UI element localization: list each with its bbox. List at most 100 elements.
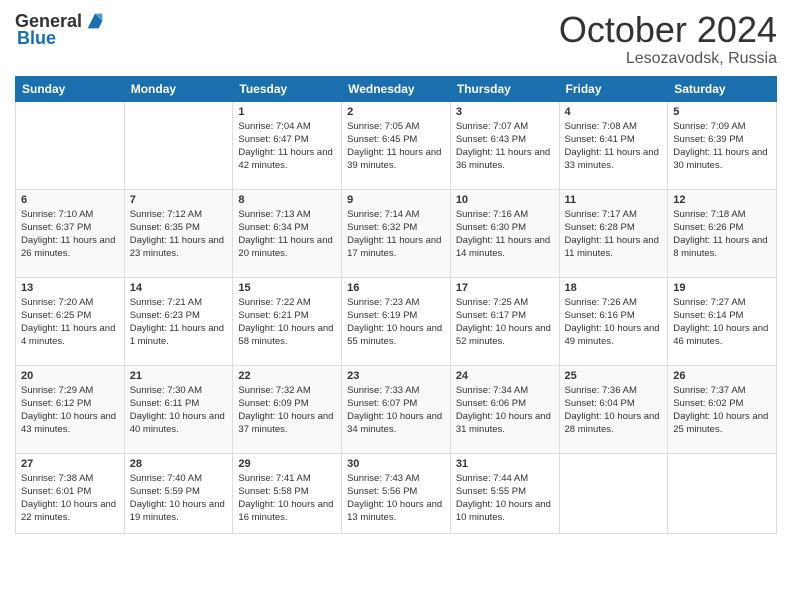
calendar-cell: 10Sunrise: 7:16 AM Sunset: 6:30 PM Dayli… [450,189,559,277]
day-info: Sunrise: 7:41 AM Sunset: 5:58 PM Dayligh… [238,472,336,525]
day-info: Sunrise: 7:20 AM Sunset: 6:25 PM Dayligh… [21,296,119,349]
calendar-header-row: SundayMondayTuesdayWednesdayThursdayFrid… [16,76,777,101]
day-number: 29 [238,458,336,470]
location: Lesozavodsk, Russia [559,50,777,68]
calendar-cell: 3 Sunrise: 7:07 AM Sunset: 6:43 PM Daylig… [450,101,559,189]
day-number: 27 [21,458,119,470]
calendar-cell: 25 Sunrise: 7:36 AM Sunset: 6:04 PM Dayli… [559,365,668,453]
day-number: 25 [565,370,663,382]
day-number: 15 [238,282,336,294]
calendar-cell: 1 Sunrise: 7:04 AM Sunset: 6:47 PM Daylig… [233,101,342,189]
day-number: 13 [21,282,119,294]
calendar-cell: 5 Sunrise: 7:09 AM Sunset: 6:39 PM Daylig… [668,101,777,189]
day-number: 30 [347,458,445,470]
day-info: Sunrise: 7:09 AM Sunset: 6:39 PM Dayligh… [673,120,771,173]
calendar-cell: 28 Sunrise: 7:40 AM Sunset: 5:59 PM Dayli… [124,453,233,533]
calendar-cell: 19 Sunrise: 7:27 AM Sunset: 6:14 PM Dayli… [668,277,777,365]
day-of-week-header: Sunday [16,76,125,101]
logo-icon [84,10,106,32]
calendar-cell: 2 Sunrise: 7:05 AM Sunset: 6:45 PM Daylig… [342,101,451,189]
page-container: General Blue October 2024 Lesozavodsk, R… [0,0,792,612]
calendar-cell [668,453,777,533]
day-of-week-header: Tuesday [233,76,342,101]
calendar-cell: 24Sunrise: 7:34 AM Sunset: 6:06 PM Dayli… [450,365,559,453]
calendar-cell: 21 Sunrise: 7:30 AM Sunset: 6:11 PM Dayli… [124,365,233,453]
day-number: 6 [21,194,119,206]
day-number: 21 [130,370,228,382]
day-info: Sunrise: 7:04 AM Sunset: 6:47 PM Dayligh… [238,120,336,173]
day-info: Sunrise: 7:25 AM Sunset: 6:17 PM Dayligh… [456,296,554,349]
calendar-cell: 6 Sunrise: 7:10 AM Sunset: 6:37 PM Daylig… [16,189,125,277]
day-info: Sunrise: 7:36 AM Sunset: 6:04 PM Dayligh… [565,384,663,437]
day-info: Sunrise: 7:26 AM Sunset: 6:16 PM Dayligh… [565,296,663,349]
calendar-cell [16,101,125,189]
day-number: 19 [673,282,771,294]
day-number: 26 [673,370,771,382]
day-number: 2 [347,106,445,118]
day-info: Sunrise: 7:07 AM Sunset: 6:43 PM Dayligh… [456,120,554,173]
day-of-week-header: Saturday [668,76,777,101]
day-number: 23 [347,370,445,382]
calendar-cell: 26Sunrise: 7:37 AM Sunset: 6:02 PM Dayli… [668,365,777,453]
day-of-week-header: Monday [124,76,233,101]
day-number: 28 [130,458,228,470]
day-number: 9 [347,194,445,206]
day-info: Sunrise: 7:43 AM Sunset: 5:56 PM Dayligh… [347,472,445,525]
day-number: 17 [456,282,554,294]
day-info: Sunrise: 7:05 AM Sunset: 6:45 PM Dayligh… [347,120,445,173]
day-info: Sunrise: 7:12 AM Sunset: 6:35 PM Dayligh… [130,208,228,261]
calendar-cell: 31 Sunrise: 7:44 AM Sunset: 5:55 PM Dayli… [450,453,559,533]
calendar-cell: 22 Sunrise: 7:32 AM Sunset: 6:09 PM Dayli… [233,365,342,453]
day-info: Sunrise: 7:10 AM Sunset: 6:37 PM Dayligh… [21,208,119,261]
calendar-cell: 14 Sunrise: 7:21 AM Sunset: 6:23 PM Dayli… [124,277,233,365]
day-info: Sunrise: 7:18 AM Sunset: 6:26 PM Dayligh… [673,208,771,261]
day-info: Sunrise: 7:08 AM Sunset: 6:41 PM Dayligh… [565,120,663,173]
day-number: 14 [130,282,228,294]
calendar-cell: 15 Sunrise: 7:22 AM Sunset: 6:21 PM Dayli… [233,277,342,365]
day-info: Sunrise: 7:23 AM Sunset: 6:19 PM Dayligh… [347,296,445,349]
day-info: Sunrise: 7:38 AM Sunset: 6:01 PM Dayligh… [21,472,119,525]
day-info: Sunrise: 7:29 AM Sunset: 6:12 PM Dayligh… [21,384,119,437]
title-block: October 2024 Lesozavodsk, Russia [559,10,777,68]
calendar-cell: 9Sunrise: 7:14 AM Sunset: 6:32 PM Daylig… [342,189,451,277]
day-number: 5 [673,106,771,118]
calendar-cell: 13 Sunrise: 7:20 AM Sunset: 6:25 PM Dayli… [16,277,125,365]
day-of-week-header: Wednesday [342,76,451,101]
day-info: Sunrise: 7:32 AM Sunset: 6:09 PM Dayligh… [238,384,336,437]
day-number: 12 [673,194,771,206]
day-number: 16 [347,282,445,294]
calendar-table: SundayMondayTuesdayWednesdayThursdayFrid… [15,76,777,534]
calendar-cell: 4 Sunrise: 7:08 AM Sunset: 6:41 PM Daylig… [559,101,668,189]
day-number: 7 [130,194,228,206]
day-of-week-header: Thursday [450,76,559,101]
day-number: 24 [456,370,554,382]
calendar-cell: 8Sunrise: 7:13 AM Sunset: 6:34 PM Daylig… [233,189,342,277]
calendar-cell: 23 Sunrise: 7:33 AM Sunset: 6:07 PM Dayli… [342,365,451,453]
day-number: 22 [238,370,336,382]
calendar-cell [124,101,233,189]
day-info: Sunrise: 7:21 AM Sunset: 6:23 PM Dayligh… [130,296,228,349]
day-info: Sunrise: 7:33 AM Sunset: 6:07 PM Dayligh… [347,384,445,437]
day-number: 1 [238,106,336,118]
calendar-cell [559,453,668,533]
month-title: October 2024 [559,10,777,50]
day-info: Sunrise: 7:17 AM Sunset: 6:28 PM Dayligh… [565,208,663,261]
calendar-cell: 12 Sunrise: 7:18 AM Sunset: 6:26 PM Dayli… [668,189,777,277]
day-number: 10 [456,194,554,206]
day-of-week-header: Friday [559,76,668,101]
calendar-cell: 27 Sunrise: 7:38 AM Sunset: 6:01 PM Dayli… [16,453,125,533]
day-number: 31 [456,458,554,470]
header: General Blue October 2024 Lesozavodsk, R… [15,10,777,68]
logo-blue-text: Blue [17,28,56,49]
calendar-cell: 20Sunrise: 7:29 AM Sunset: 6:12 PM Dayli… [16,365,125,453]
calendar-cell: 29 Sunrise: 7:41 AM Sunset: 5:58 PM Dayli… [233,453,342,533]
day-number: 3 [456,106,554,118]
day-info: Sunrise: 7:22 AM Sunset: 6:21 PM Dayligh… [238,296,336,349]
calendar-cell: 18Sunrise: 7:26 AM Sunset: 6:16 PM Dayli… [559,277,668,365]
day-info: Sunrise: 7:44 AM Sunset: 5:55 PM Dayligh… [456,472,554,525]
day-info: Sunrise: 7:30 AM Sunset: 6:11 PM Dayligh… [130,384,228,437]
day-info: Sunrise: 7:40 AM Sunset: 5:59 PM Dayligh… [130,472,228,525]
day-number: 4 [565,106,663,118]
day-number: 11 [565,194,663,206]
day-info: Sunrise: 7:27 AM Sunset: 6:14 PM Dayligh… [673,296,771,349]
